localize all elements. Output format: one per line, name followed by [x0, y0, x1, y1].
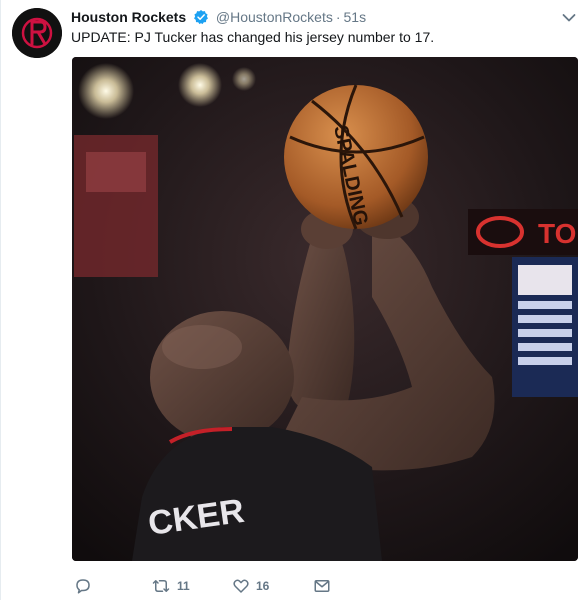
left-border	[0, 0, 1, 600]
heart-icon	[233, 579, 249, 593]
separator-dot: ·	[335, 9, 341, 25]
message-button[interactable]	[313, 575, 331, 597]
arena-light	[78, 63, 134, 119]
retweet-count: 11	[177, 579, 190, 593]
rockets-logo-icon	[12, 8, 62, 58]
account-name[interactable]: Houston Rockets	[71, 9, 186, 25]
tweet-text: UPDATE: PJ Tucker has changed his jersey…	[71, 29, 435, 45]
tweet-actions: 11 16	[72, 575, 492, 597]
avatar[interactable]	[12, 8, 62, 58]
sponsor-sign-text: TO	[538, 218, 576, 249]
tweet-card[interactable]: Houston Rockets @HoustonRockets · 51s UPDA…	[0, 0, 587, 600]
retweet-button[interactable]: 11	[151, 575, 190, 597]
timestamp[interactable]: 51s	[344, 9, 367, 25]
like-button[interactable]: 16	[232, 575, 269, 597]
retweet-icon	[152, 580, 170, 592]
photo-basketball-player: TO CKER SPALDING	[72, 57, 578, 561]
tweet-photo[interactable]: TO CKER SPALDING	[72, 57, 578, 561]
reply-icon	[76, 579, 90, 594]
like-count: 16	[256, 579, 270, 593]
envelope-icon	[314, 580, 330, 592]
tweet-header: Houston Rockets @HoustonRockets · 51s	[71, 7, 366, 27]
account-handle[interactable]: @HoustonRockets	[216, 9, 333, 25]
reply-button[interactable]	[74, 575, 92, 597]
arena-light	[178, 63, 222, 107]
verified-badge-icon	[193, 9, 209, 30]
chevron-down-icon[interactable]	[561, 10, 577, 26]
